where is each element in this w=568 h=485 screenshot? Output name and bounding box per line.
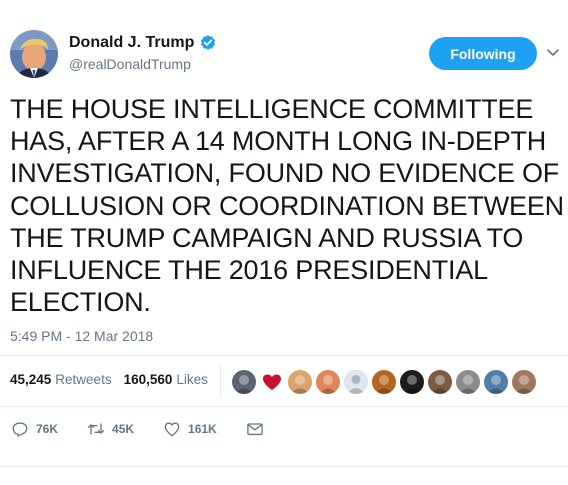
user-avatar[interactable] [288, 370, 312, 394]
likes-count: 160,560 [123, 372, 173, 387]
default-avatar[interactable] [344, 370, 368, 394]
liker-avatars [232, 370, 540, 394]
sea-avatar[interactable] [484, 370, 508, 394]
retweets-count: 45,245 [10, 372, 52, 387]
envelope-icon [246, 423, 263, 436]
retweet-action[interactable]: 45K [86, 419, 134, 439]
user-avatar[interactable] [316, 370, 340, 394]
dark-avatar[interactable] [400, 370, 424, 394]
engagement-stats: 45,245 Retweets 160,560 Likes [10, 372, 220, 387]
author-info: Donald J. Trump @realDonaldTrump [69, 33, 217, 73]
user-avatar[interactable] [232, 370, 256, 394]
reply-count: 76K [36, 422, 59, 436]
heart-icon [164, 422, 180, 437]
author-avatar[interactable] [10, 30, 58, 78]
likes-label: Likes [176, 372, 208, 387]
direct-message-action[interactable] [245, 419, 265, 439]
tweet-timestamp[interactable]: 5:49 PM - 12 Mar 2018 [10, 328, 153, 344]
retweets-label: Retweets [55, 372, 112, 387]
retweet-count: 45K [112, 422, 135, 436]
author-handle[interactable]: @realDonaldTrump [69, 55, 217, 73]
retweet-icon [87, 423, 105, 435]
tweet-actions: 76K 45K 161K [10, 419, 293, 439]
tweet-text: THE HOUSE INTELLIGENCE COMMITTEE HAS, AF… [10, 94, 564, 318]
user-avatar[interactable] [512, 370, 536, 394]
divider [0, 466, 568, 467]
following-button[interactable]: Following [429, 37, 537, 70]
tweet-card: Donald J. Trump @realDonaldTrump Followi… [0, 0, 568, 485]
chevron-down-icon[interactable] [545, 44, 561, 60]
stats-separator [220, 364, 221, 398]
verified-badge-icon [199, 34, 217, 52]
fireworks-avatar[interactable] [372, 370, 396, 394]
reply-action[interactable]: 76K [10, 419, 58, 439]
retweets-stat[interactable]: 45,245 Retweets [10, 372, 112, 387]
likes-stat[interactable]: 160,560 Likes [124, 372, 208, 387]
like-count: 161K [188, 422, 217, 436]
author-display-name[interactable]: Donald J. Trump [69, 33, 194, 53]
heart-avatar[interactable] [260, 370, 284, 394]
divider [0, 355, 568, 356]
author-portrait-icon [10, 30, 58, 78]
like-action[interactable]: 161K [162, 419, 217, 439]
divider [0, 406, 568, 407]
author-name-row: Donald J. Trump [69, 33, 217, 53]
reply-icon [12, 422, 28, 437]
user-avatar[interactable] [428, 370, 452, 394]
group-avatar[interactable] [456, 370, 480, 394]
